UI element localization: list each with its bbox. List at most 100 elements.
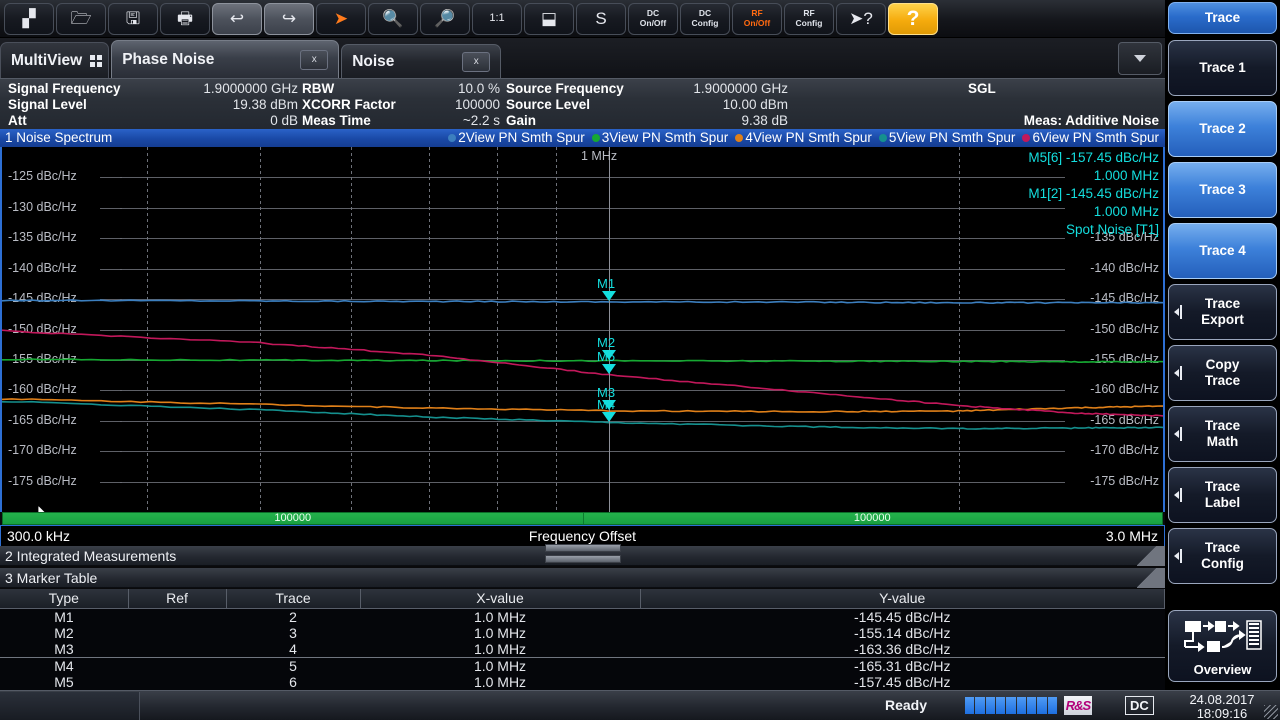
marker-table-cell-ref xyxy=(128,641,226,658)
marker-info-line-2: 1.000 MHz xyxy=(1093,168,1159,183)
sparameter-icon[interactable]: S xyxy=(576,2,626,35)
marker-label-M4[interactable]: M4 xyxy=(597,397,615,412)
softkey-trace-export[interactable]: Trace Export xyxy=(1168,284,1277,340)
meas-time-label: Meas Time xyxy=(302,113,371,128)
marker-table-cell-type: M5 xyxy=(54,673,74,690)
softkey-trace-4[interactable]: Trace 4 xyxy=(1168,223,1277,279)
att-value: 0 dB xyxy=(270,113,298,128)
undo-icon-glyph: ↩ xyxy=(229,9,245,28)
time-label: 18:09:16 xyxy=(1196,706,1248,720)
gridline-vertical xyxy=(1163,147,1164,512)
softkey-label: Trace 2 xyxy=(1199,121,1246,136)
marker-label-M2[interactable]: M2 xyxy=(597,335,615,350)
marker-info-line-1: M5[6] -157.45 dBc/Hz xyxy=(1028,150,1159,165)
close-icon-noise[interactable]: x xyxy=(462,51,491,72)
marker-table-cell-y: -145.45 dBc/Hz xyxy=(854,608,951,625)
softkey-trace-math[interactable]: Trace Math xyxy=(1168,406,1277,462)
fullscreen-icon[interactable]: ⬓ xyxy=(524,2,574,35)
help-button[interactable]: ? xyxy=(888,2,938,35)
tab-noise[interactable]: Noise x xyxy=(341,44,502,78)
trace-legend-5[interactable]: 5View PN Smth Spur xyxy=(878,129,1015,147)
marker-info-line-5: Spot Noise [T1] xyxy=(1065,222,1159,237)
marker-triangle-M1[interactable] xyxy=(602,290,617,301)
tab-multiview[interactable]: MultiView xyxy=(0,42,110,78)
marker-label-M1[interactable]: M1 xyxy=(597,276,615,291)
softkey-copy-trace[interactable]: Copy Trace xyxy=(1168,345,1277,401)
marker-table-cell-x: 1.0 MHz xyxy=(473,624,527,641)
trace-legend-3[interactable]: 3View PN Smth Spur xyxy=(591,129,728,147)
marker-table-cell-type: M4 xyxy=(0,656,128,674)
segment-label-2: 100000 xyxy=(853,512,891,524)
rf-onoff-button[interactable]: RF On/Off xyxy=(732,2,782,35)
marker-label-M5[interactable]: M5 xyxy=(597,349,615,364)
save-disk-icon[interactable]: 🖫 xyxy=(108,2,158,35)
xcorr-factor-label: XCORR Factor xyxy=(302,97,396,112)
select-pointer-icon[interactable]: ➤ xyxy=(316,2,366,35)
dc-config-button[interactable]: DC Config xyxy=(680,2,730,35)
cursor-frequency-label: 1 MHz xyxy=(581,149,618,163)
marker-table-col-y-value[interactable]: Y-value xyxy=(640,589,1165,609)
trace-legend-4[interactable]: 4View PN Smth Spur xyxy=(735,129,872,147)
softkey-label: Trace 1 xyxy=(1199,60,1246,75)
marker-cursor-line[interactable] xyxy=(609,147,610,512)
section-integrated-label: 2 Integrated Measurements xyxy=(5,548,177,564)
table-row[interactable]: M3 4 1.0 MHz -163.36 dBc/Hz xyxy=(0,641,1165,658)
marker-table-header-row: Type Ref Trace X-value Y-value xyxy=(0,589,1165,609)
redo-icon[interactable]: ↪ xyxy=(264,2,314,35)
trace-legend-6[interactable]: 6View PN Smth Spur xyxy=(1022,129,1159,147)
table-row[interactable]: M5 6 1.0 MHz -157.45 dBc/Hz xyxy=(0,674,1165,690)
marker-table-col-type[interactable]: Type xyxy=(0,589,129,609)
open-folder-icon[interactable]: 🗁 xyxy=(56,2,106,35)
undo-icon[interactable]: ↩ xyxy=(212,2,262,35)
softkey-label: Copy Trace xyxy=(1204,357,1241,388)
trace-line-2 xyxy=(2,299,1163,305)
dc-onoff-button[interactable]: DC On/Off xyxy=(628,2,678,35)
softkey-trace-config[interactable]: Trace Config xyxy=(1168,528,1277,584)
table-row[interactable]: M1 2 1.0 MHz -145.45 dBc/Hz xyxy=(0,608,1165,625)
tab-phase-noise[interactable]: Phase Noise x xyxy=(111,40,340,78)
marker-table-cell-trace: 3 xyxy=(289,624,297,641)
softkey-trace-1[interactable]: Trace 1 xyxy=(1168,40,1277,96)
signal-level-label: Signal Level xyxy=(8,97,87,112)
section-integrated-measurements[interactable]: 2 Integrated Measurements xyxy=(0,546,1165,566)
multiview-grid-icon xyxy=(90,54,103,67)
marker-table-body: M1 2 1.0 MHz -145.45 dBc/Hz M2 3 1.0 MHz -155.1… xyxy=(0,608,1165,690)
print-icon-glyph: 🖶 xyxy=(176,9,194,28)
trace-color-dot-icon xyxy=(878,134,887,142)
multi-zoom-icon-glyph: 🔎 xyxy=(434,9,456,28)
zoom-in-icon[interactable]: 🔍 xyxy=(368,2,418,35)
noise-spectrum-plot[interactable]: -125 dBc/Hz -130 dBc/Hz -135 dBc/Hz -135 dB… xyxy=(0,147,1165,512)
softkey-trace-2[interactable]: Trace 2 xyxy=(1168,101,1277,157)
submenu-arrow-icon xyxy=(1174,427,1182,441)
softkey-trace-label[interactable]: Trace Label xyxy=(1168,467,1277,523)
tab-overflow-dropdown[interactable] xyxy=(1118,42,1162,75)
marker-table-cell-y: -165.31 dBc/Hz xyxy=(640,656,1165,674)
marker-triangle-M4[interactable] xyxy=(602,411,617,422)
trace-legend-2[interactable]: 2View PN Smth Spur xyxy=(448,129,585,147)
softkey-menu-title[interactable]: Trace xyxy=(1168,2,1277,34)
softkey-label: Trace Label xyxy=(1204,479,1241,510)
close-icon-phase-noise[interactable]: x xyxy=(300,49,329,70)
section-resize-edge-2 xyxy=(1137,568,1165,588)
multi-zoom-icon[interactable]: 🔎 xyxy=(420,2,470,35)
table-row[interactable]: M4 5 1.0 MHz -165.31 dBc/Hz xyxy=(0,656,1165,674)
section-marker-table[interactable]: 3 Marker Table xyxy=(0,568,1165,588)
help-pointer-icon[interactable]: ➤? xyxy=(836,2,886,35)
marker-table-col-x-value[interactable]: X-value xyxy=(360,589,641,609)
trace-color-dot-icon xyxy=(1022,134,1031,142)
marker-table-col-trace[interactable]: Trace xyxy=(226,589,361,609)
status-ready-label: Ready xyxy=(885,697,928,713)
marker-triangle-M5[interactable] xyxy=(602,363,617,374)
print-icon[interactable]: 🖶 xyxy=(160,2,210,35)
x-axis-stop-label: 3.0 MHz xyxy=(1105,528,1158,544)
marker-table-col-ref[interactable]: Ref xyxy=(128,589,227,609)
marker-info-line-4: 1.000 MHz xyxy=(1093,204,1159,219)
rf-config-button[interactable]: RF Config xyxy=(784,2,834,35)
zoom-one-to-one-icon-glyph: 1:1 xyxy=(489,12,505,24)
zoom-one-to-one-icon[interactable]: 1:1 xyxy=(472,2,522,35)
table-row[interactable]: M2 3 1.0 MHz -155.14 dBc/Hz xyxy=(0,625,1165,641)
softkey-trace-3[interactable]: Trace 3 xyxy=(1168,162,1277,218)
tab-noise-label: Noise xyxy=(352,52,395,70)
windows-start-icon[interactable]: ▞ xyxy=(4,2,54,35)
overview-button[interactable]: Overview xyxy=(1168,610,1277,682)
